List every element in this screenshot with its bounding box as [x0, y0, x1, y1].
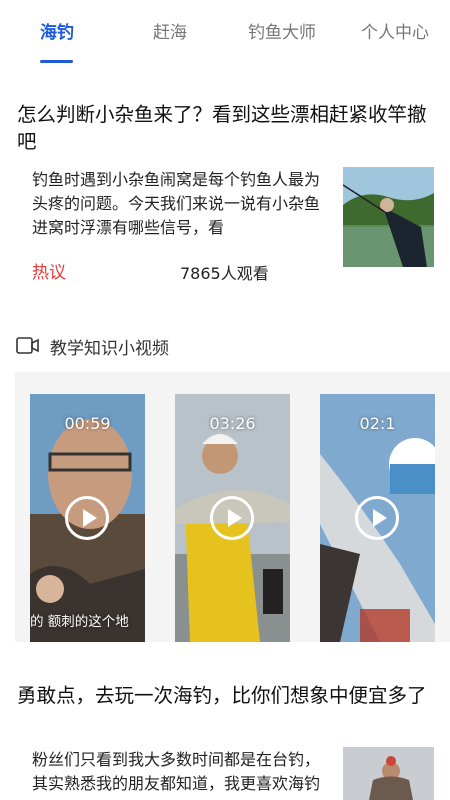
active-tab-indicator — [40, 60, 73, 63]
video-card[interactable]: 00:59 的 额刺的这个地 — [30, 394, 145, 642]
video-carousel[interactable]: 00:59 的 额刺的这个地 03:26 02:1 — [15, 372, 450, 642]
hot-topic-tag: 热议 — [32, 263, 66, 283]
play-icon[interactable] — [210, 496, 254, 540]
video-card[interactable]: 02:1 — [320, 394, 435, 642]
tab-fishing-master[interactable]: 钓鱼大师 — [248, 18, 316, 43]
video-duration: 00:59 — [64, 414, 111, 433]
top-tab-bar: 海钓 赶海 钓鱼大师 个人中心 — [0, 0, 450, 66]
tab-personal-center[interactable]: 个人中心 — [361, 18, 429, 43]
article-title[interactable]: 怎么判断小杂鱼来了？看到这些漂相赶紧收竿撤吧 — [17, 101, 433, 155]
video-duration: 03:26 — [209, 414, 256, 433]
tab-sea-fishing[interactable]: 海钓 — [40, 18, 74, 43]
video-section-header: 教学知识小视频 — [16, 334, 169, 359]
play-icon[interactable] — [355, 496, 399, 540]
video-camera-icon — [16, 337, 39, 354]
tab-beachcombing[interactable]: 赶海 — [153, 18, 187, 43]
article-thumbnail[interactable] — [343, 747, 434, 800]
article-summary: 钓鱼时遇到小杂鱼闹窝是每个钓鱼人最为头疼的问题。今天我们来说一说有小杂鱼进窝时浮… — [32, 170, 321, 237]
fishing-photo-icon — [343, 747, 434, 800]
video-duration: 02:1 — [359, 414, 396, 433]
article-title[interactable]: 勇敢点，去玩一次海钓，比你们想象中便宜多了 — [17, 682, 433, 709]
section-title: 教学知识小视频 — [50, 338, 169, 359]
video-card[interactable]: 03:26 — [175, 394, 290, 642]
fishing-photo-icon — [343, 167, 434, 267]
article-thumbnail[interactable] — [343, 167, 434, 267]
play-icon[interactable] — [65, 496, 109, 540]
view-count: 7865人观看 — [180, 264, 269, 283]
video-subtitle: 的 额刺的这个地 — [30, 614, 129, 630]
article-summary: 粉丝们只看到我大多数时间都是在台钓，其实熟悉我的朋友都知道，我更喜欢海钓 — [32, 750, 321, 793]
